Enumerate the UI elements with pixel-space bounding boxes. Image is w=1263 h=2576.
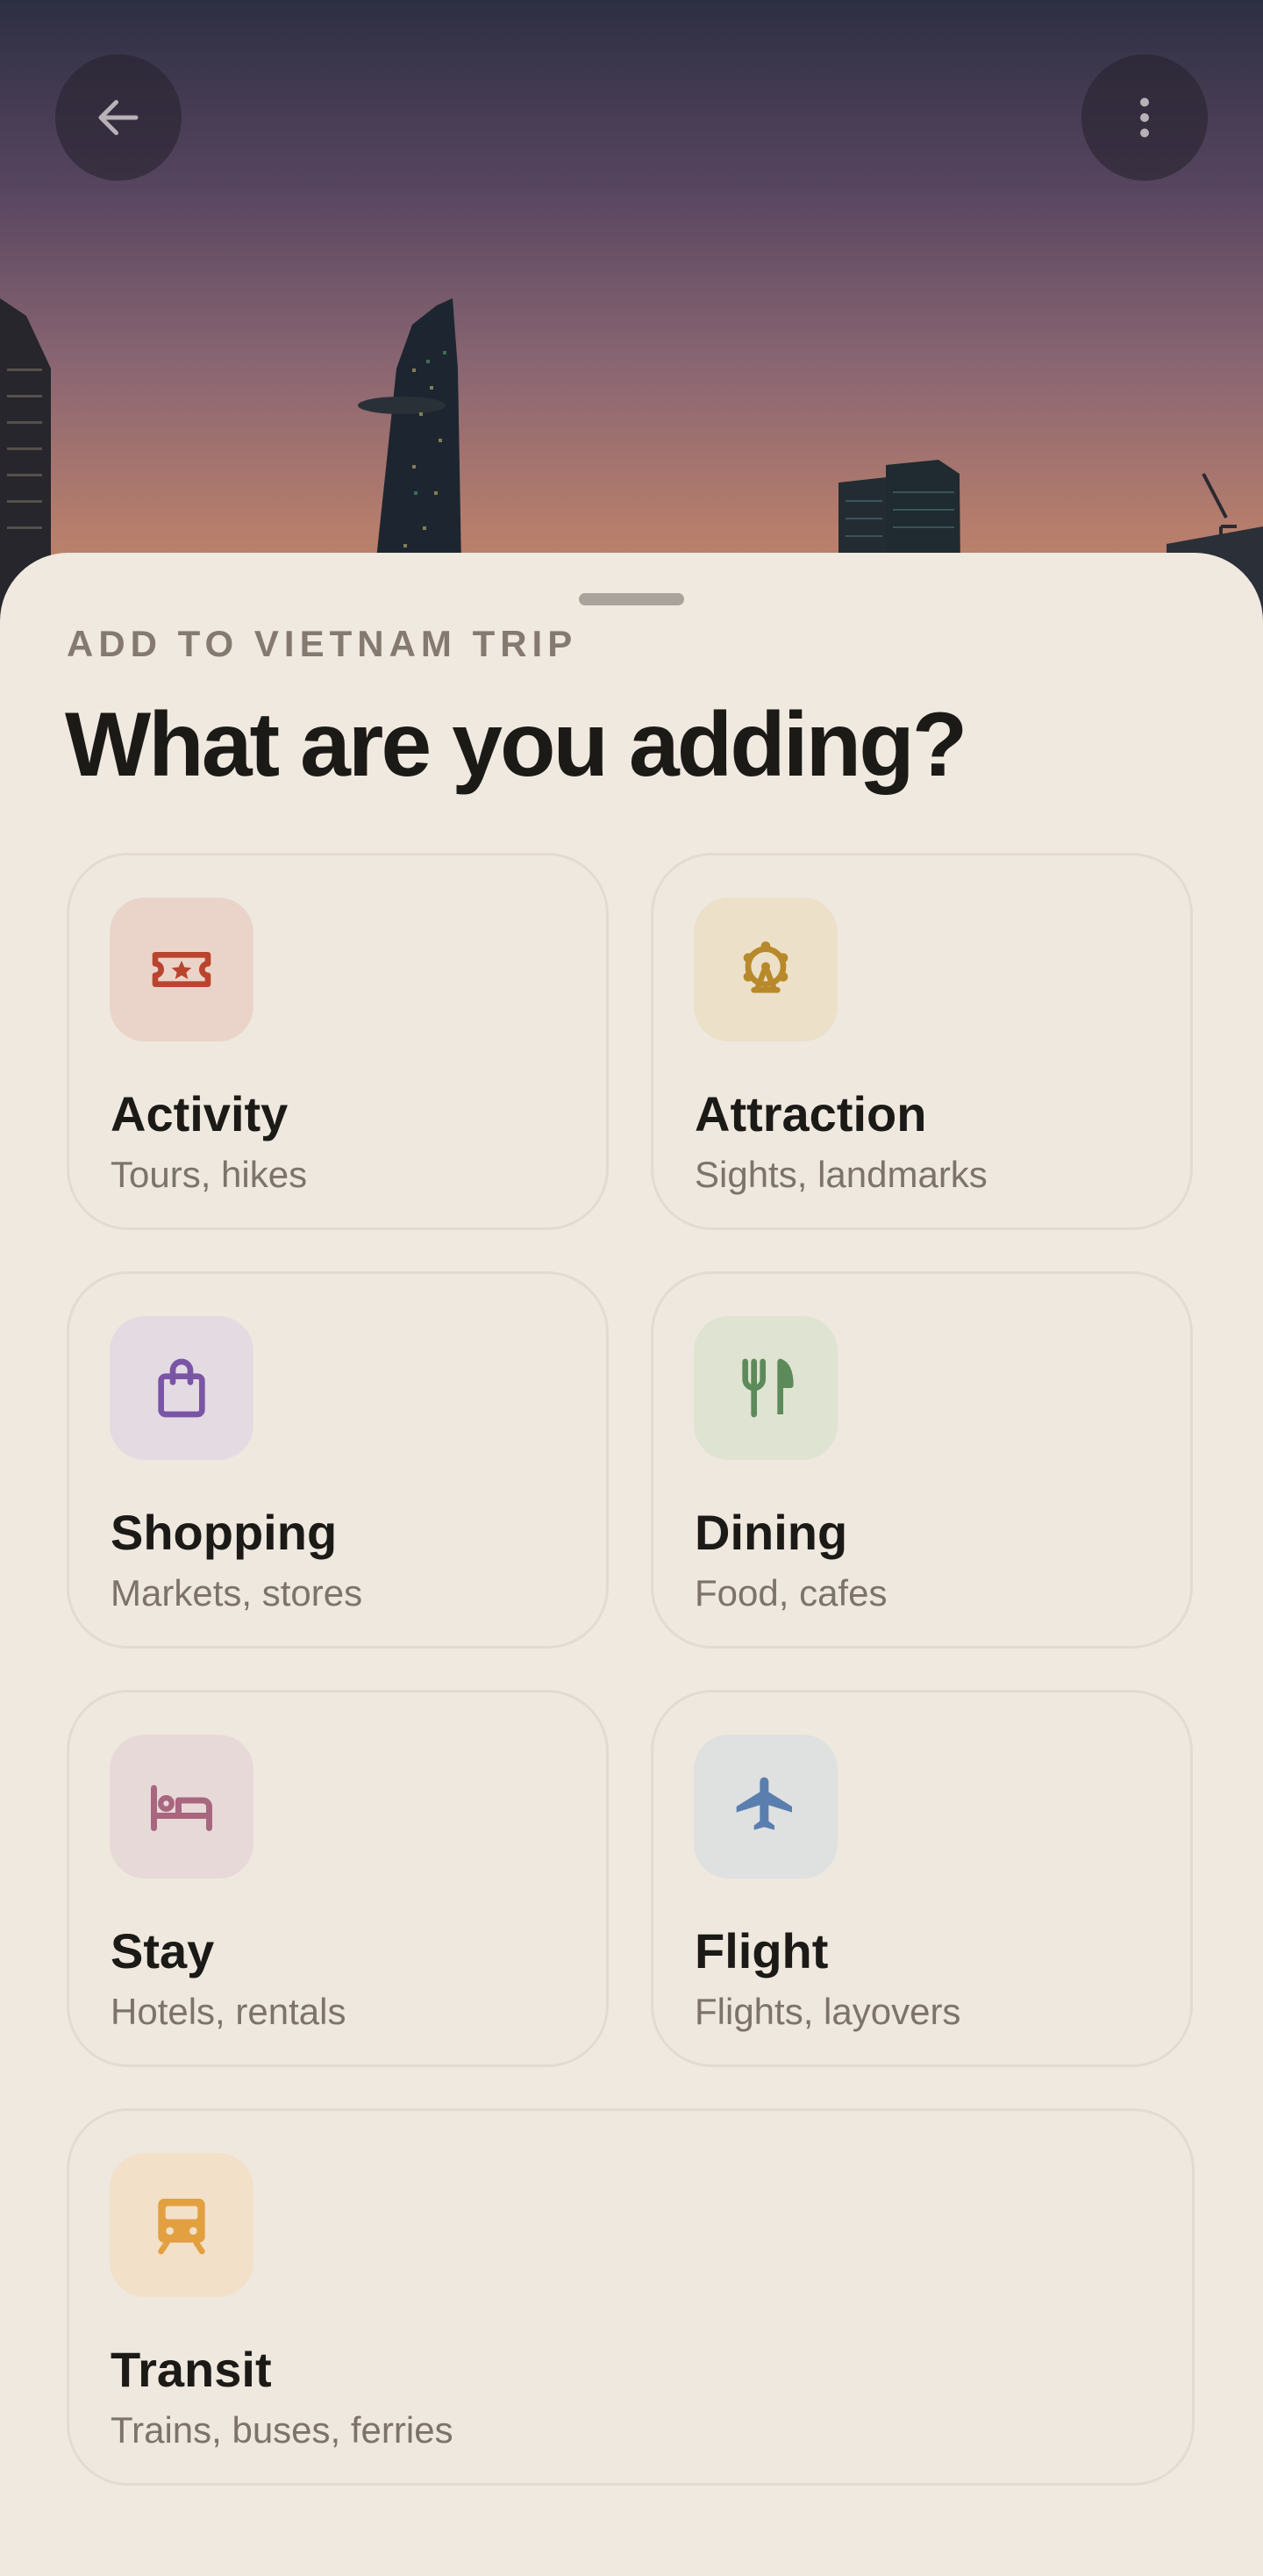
shopping-icon-box	[110, 1316, 253, 1460]
bed-icon	[151, 1785, 212, 1831]
drag-handle[interactable]	[579, 593, 684, 605]
category-card-shopping[interactable]: Shopping Markets, stores	[67, 1271, 609, 1649]
category-subtitle: Hotels, rentals	[111, 1991, 346, 2032]
more-options-button[interactable]	[1081, 54, 1208, 181]
activity-icon-box	[110, 898, 253, 1041]
train-icon	[158, 2199, 205, 2255]
category-title: Transit	[111, 2342, 272, 2397]
shopping-bag-icon	[158, 1358, 205, 1418]
attraction-icon-box	[694, 898, 838, 1041]
category-card-stay[interactable]: Stay Hotels, rentals	[67, 1690, 609, 2067]
category-card-dining[interactable]: Dining Food, cafes	[651, 1271, 1193, 1649]
category-title: Shopping	[111, 1505, 338, 1560]
category-card-activity[interactable]: Activity Tours, hikes	[67, 853, 609, 1230]
transit-icon-box	[110, 2153, 253, 2297]
category-title: Flight	[695, 1923, 829, 1979]
category-subtitle: Sights, landmarks	[695, 1154, 988, 1195]
category-card-attraction[interactable]: Attraction Sights, landmarks	[651, 853, 1193, 1230]
back-button[interactable]	[55, 54, 182, 181]
category-card-flight[interactable]: Flight Flights, layovers	[651, 1690, 1193, 2067]
category-card-transit[interactable]: Transit Trains, buses, ferries	[67, 2108, 1195, 2486]
category-subtitle: Trains, buses, ferries	[111, 2409, 453, 2451]
category-title: Activity	[111, 1086, 289, 1141]
category-subtitle: Food, cafes	[695, 1572, 888, 1614]
sheet-eyebrow: ADD TO VIETNAM TRIP	[67, 623, 578, 664]
bottom-sheet: ADD TO VIETNAM TRIP What are you adding?…	[0, 553, 1263, 2576]
category-subtitle: Flights, layovers	[695, 1991, 961, 2032]
ticket-star-icon	[152, 952, 211, 987]
arrow-left-icon	[98, 100, 139, 135]
stay-icon-box	[110, 1735, 253, 1878]
airplane-icon	[736, 1777, 792, 1830]
sheet-title: What are you adding?	[65, 694, 967, 796]
category-title: Dining	[695, 1505, 848, 1560]
more-vertical-icon	[1140, 97, 1149, 138]
dining-icon-box	[694, 1316, 838, 1460]
category-title: Stay	[111, 1923, 215, 1979]
ferris-wheel-icon	[743, 941, 788, 993]
category-title: Attraction	[695, 1086, 927, 1141]
flight-icon-box	[694, 1735, 838, 1878]
category-subtitle: Tours, hikes	[111, 1154, 308, 1195]
category-subtitle: Markets, stores	[111, 1572, 363, 1614]
fork-knife-icon	[742, 1358, 794, 1418]
